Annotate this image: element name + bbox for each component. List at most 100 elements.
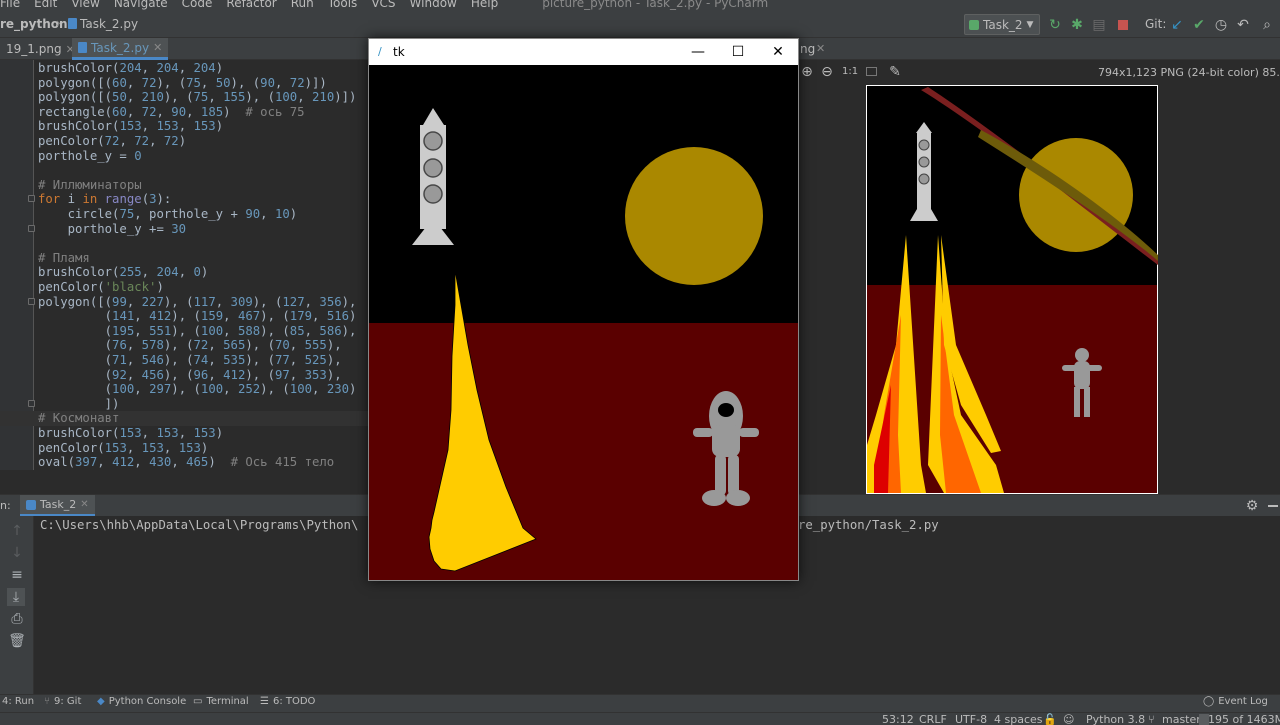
search-icon[interactable]: ⌕ (1258, 16, 1276, 34)
code-token: ]) (38, 396, 120, 411)
status-line-separator[interactable]: CRLF (919, 713, 947, 725)
status-indent[interactable]: 4 spaces (994, 713, 1043, 725)
close-icon[interactable]: ✕ (153, 41, 162, 54)
planet (625, 147, 763, 285)
event-log-icon: ◯ (1203, 696, 1215, 707)
tool-tab-todo[interactable]: ☰ 6: TODO (260, 696, 315, 707)
gear-icon[interactable]: ⚙ (1243, 497, 1261, 515)
menu-window[interactable]: Window (410, 0, 457, 9)
inspector-icon[interactable]: ☺ (1063, 713, 1074, 725)
menu-tools[interactable]: Tools (328, 0, 358, 9)
tool-tab-run[interactable]: 4: Run (2, 696, 34, 707)
menu-vcs[interactable]: VCS (371, 0, 395, 9)
tk-window[interactable]: ∕ tk — ☐ ✕ (368, 38, 799, 581)
status-bar: 53:12 CRLF UTF-8 4 spaces 🔓 ☺ Python 3.8… (0, 712, 1280, 725)
menu-navigate[interactable]: Navigate (114, 0, 168, 9)
soft-wrap-icon[interactable]: ≡ (8, 566, 26, 584)
print-icon[interactable]: ⎙ (8, 610, 26, 628)
run-tab[interactable]: Task_2 ✕ (20, 495, 95, 517)
run-output-line-tail: re_python/Task_2.py (798, 518, 939, 532)
viewer-tab-label[interactable]: ng (800, 42, 815, 56)
menu-refactor[interactable]: Refactor (226, 0, 276, 9)
tab-task-2[interactable]: Task_2.py ✕ (72, 38, 169, 60)
status-position[interactable]: 53:12 (882, 713, 914, 725)
terminal-icon: ▭ (193, 696, 203, 707)
run-output-line: C:\Users\hhb\AppData\Local\Programs\Pyth… (40, 518, 359, 532)
menu-view[interactable]: View (71, 0, 99, 9)
code-token: , (186, 104, 201, 119)
code-token: ) (178, 134, 187, 148)
tool-tab-terminal[interactable]: ▭ Terminal (193, 696, 249, 707)
menu-file[interactable]: File (0, 0, 20, 9)
maximize-icon[interactable]: ☐ (718, 39, 758, 65)
code-token: circle( (38, 207, 120, 221)
tool-tab-git[interactable]: ⑂ 9: Git (44, 696, 81, 707)
up-arrow-icon[interactable]: ↑ (8, 522, 26, 540)
code-token: , (126, 90, 142, 105)
actual-size-button[interactable]: 1:1 (842, 66, 858, 77)
code-token: brushColor( (38, 61, 120, 75)
preview-porthole (918, 139, 930, 151)
code-token: # Иллюминаторы (38, 177, 142, 192)
menu-help[interactable]: Help (471, 0, 498, 9)
lock-icon[interactable]: 🔓 (1043, 713, 1057, 725)
scroll-to-end-icon[interactable]: ⤓ (7, 588, 25, 606)
event-log-button[interactable]: ◯ Event Log (1203, 696, 1268, 707)
minimize-icon[interactable]: — (678, 39, 718, 65)
code-token: 546 (141, 353, 164, 367)
status-encoding[interactable]: UTF-8 (955, 713, 987, 725)
tk-canvas[interactable] (369, 65, 798, 580)
status-interpreter[interactable]: Python 3.8 (1086, 713, 1145, 725)
preview-image (866, 85, 1158, 494)
breadcrumb-file[interactable]: Task_2.py (80, 17, 138, 31)
code-token: )]) (334, 90, 357, 105)
menu-edit[interactable]: Edit (34, 0, 57, 9)
code-token: 71 (112, 353, 127, 367)
code-line: rectangle(60, 72, 90, 185) # ось 75 (38, 105, 305, 120)
fit-window-icon[interactable] (866, 67, 877, 76)
close-icon[interactable]: ✕ (816, 42, 825, 55)
rerun-icon[interactable]: ↻ (1046, 16, 1064, 34)
code-token: polygon([( (38, 90, 113, 105)
code-token: , (178, 119, 194, 134)
tk-title-bar[interactable]: ∕ tk — ☐ ✕ (369, 39, 798, 65)
code-token: ), ( (245, 338, 275, 353)
code-token: 72 (141, 104, 157, 119)
status-branch[interactable]: master (1162, 713, 1201, 725)
status-memory[interactable]: 195 of 1463M (1208, 713, 1280, 725)
tool-tab-python-console[interactable]: ◆ Python Console (97, 696, 186, 707)
color-picker-icon[interactable]: ✎ (886, 63, 904, 81)
close-icon[interactable]: ✕ (758, 39, 798, 65)
zoom-out-icon[interactable]: ⊖ (818, 63, 836, 81)
code-token: in (82, 192, 105, 207)
code-token: ( (38, 353, 113, 367)
git-commit-check-icon[interactable]: ✔ (1190, 16, 1208, 34)
code-line: (100, 297), (100, 252), (100, 230) (38, 382, 357, 397)
menu-run[interactable]: Run (291, 0, 314, 9)
code-token: i (67, 192, 83, 207)
down-arrow-icon[interactable]: ↓ (8, 544, 26, 562)
code-token: 75 (193, 90, 209, 105)
code-token: ), ( (171, 309, 201, 324)
debug-bug-icon[interactable]: ✱ (1068, 16, 1086, 34)
code-token: 96 (193, 367, 209, 382)
code-line: circle(75, porthole_y + 90, 10) (38, 207, 298, 222)
tab-image-file[interactable]: 19_1.png ✕ (0, 38, 81, 60)
trash-icon[interactable]: 🗑 (8, 632, 26, 650)
code-token: , (274, 75, 290, 90)
minimize-icon[interactable] (1268, 505, 1278, 507)
code-line: porthole_y = 0 (38, 149, 142, 164)
close-icon[interactable]: ✕ (80, 499, 88, 510)
code-token: , (97, 455, 113, 470)
run-config-select[interactable]: Task_2 ▼ (964, 14, 1040, 35)
rollback-icon[interactable]: ↶ (1234, 16, 1252, 34)
code-token: , (126, 294, 142, 309)
stop-icon[interactable] (1118, 20, 1128, 30)
git-update-icon[interactable]: ↙ (1168, 16, 1186, 34)
code-token: ), (341, 294, 357, 309)
code-token: 72 (141, 75, 157, 90)
menu-code[interactable]: Code (182, 0, 213, 9)
coverage-icon[interactable]: ▤ (1090, 16, 1108, 34)
zoom-in-icon[interactable]: ⊕ (798, 63, 816, 81)
history-clock-icon[interactable]: ◷ (1212, 16, 1230, 34)
